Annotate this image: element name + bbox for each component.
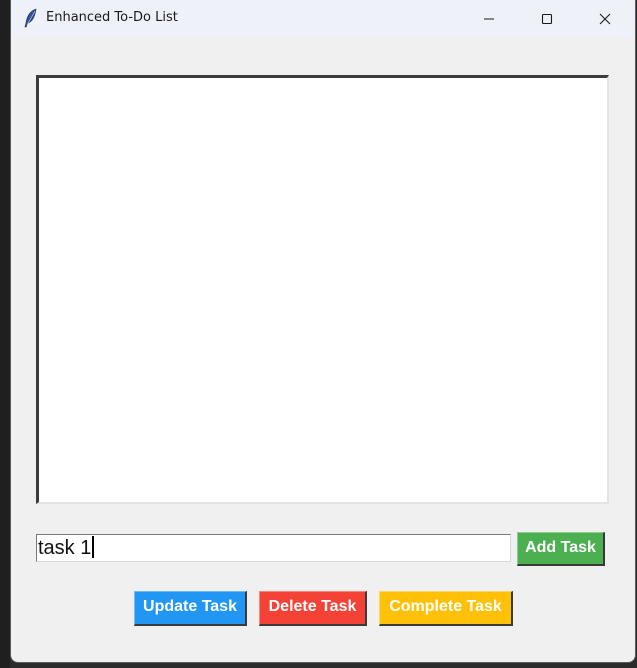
task-listbox[interactable] xyxy=(36,75,609,504)
maximize-icon xyxy=(541,13,553,25)
minimize-icon xyxy=(484,18,494,20)
close-icon xyxy=(599,13,611,25)
close-button[interactable] xyxy=(582,0,628,37)
complete-task-button[interactable]: Complete Task xyxy=(379,591,513,626)
title-bar[interactable]: Enhanced To-Do List xyxy=(11,0,635,37)
task-input[interactable]: task 1 xyxy=(36,534,511,562)
task-input-value: task 1 xyxy=(38,537,92,559)
text-caret xyxy=(92,536,95,558)
desktop-background xyxy=(0,0,10,668)
add-task-button[interactable]: Add Task xyxy=(517,532,605,566)
delete-task-button[interactable]: Delete Task xyxy=(259,591,367,626)
minimize-button[interactable] xyxy=(466,0,512,37)
window-title: Enhanced To-Do List xyxy=(46,10,178,25)
feather-icon xyxy=(23,8,39,28)
update-task-button[interactable]: Update Task xyxy=(134,591,247,626)
maximize-button[interactable] xyxy=(524,0,570,37)
app-window: Enhanced To-Do List task 1 Add Task Upda… xyxy=(10,0,636,663)
